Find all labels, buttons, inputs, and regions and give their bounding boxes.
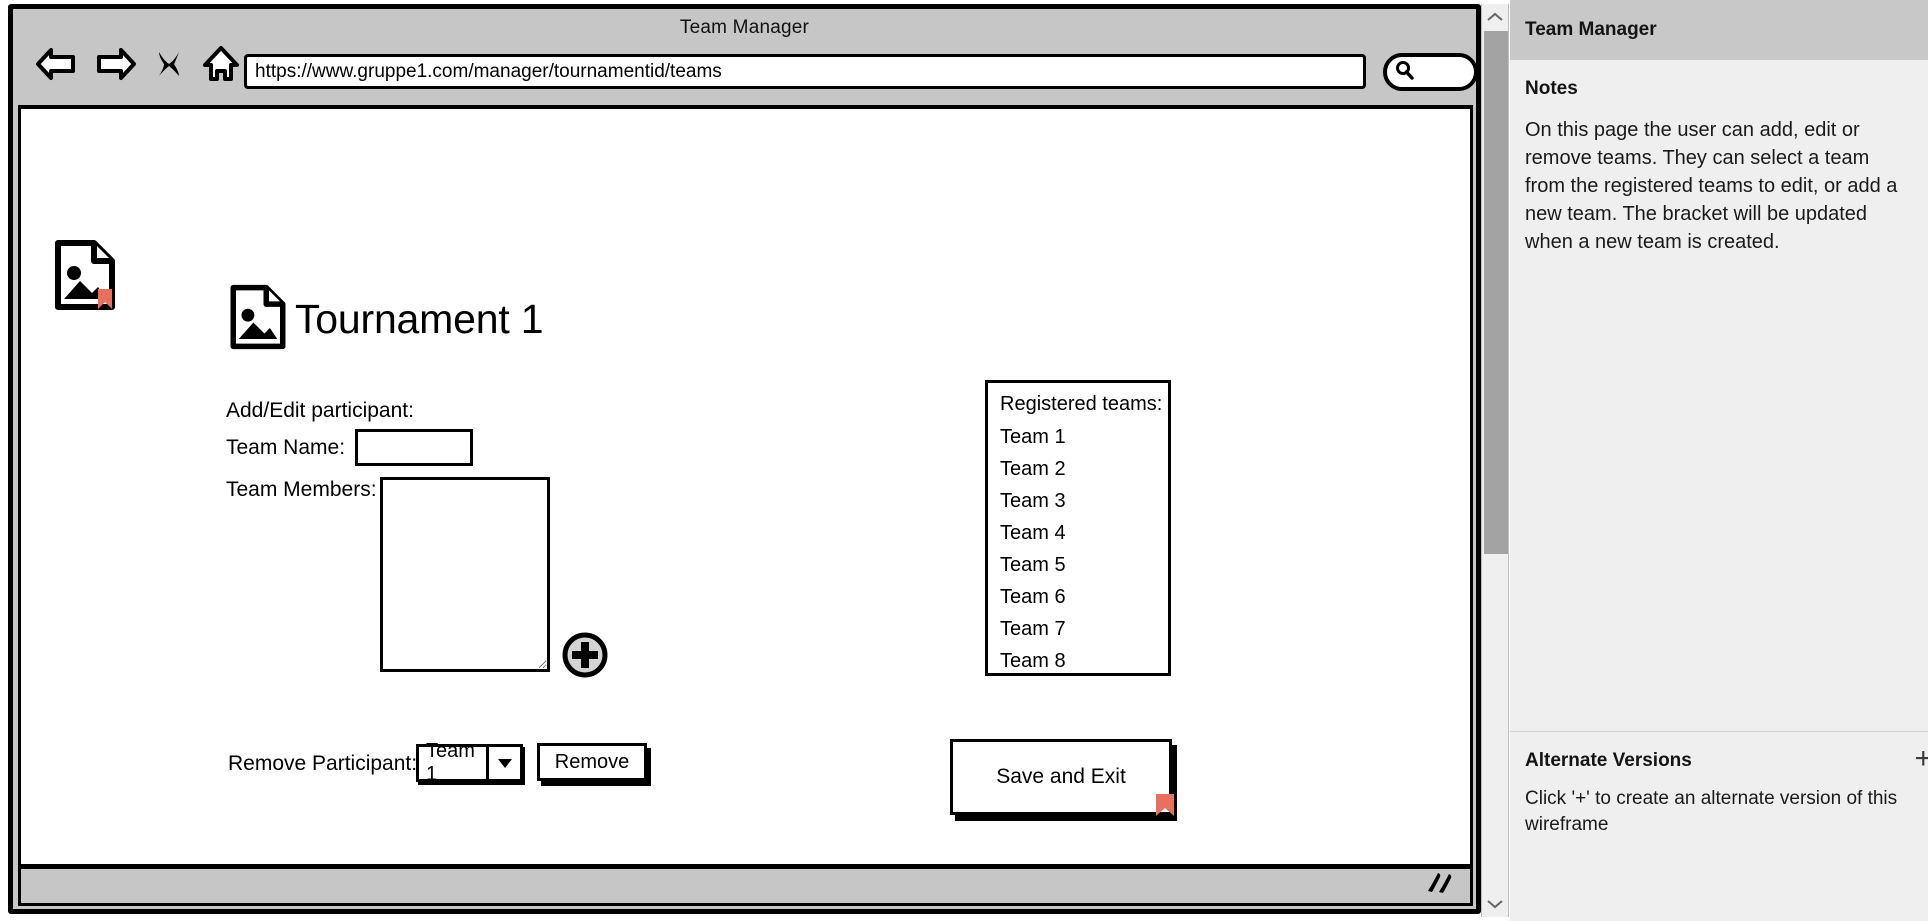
- sidebar-notes-section: Notes On this page the user can add, edi…: [1510, 60, 1928, 256]
- search-icon: [1394, 59, 1416, 86]
- browser-chrome: Team Manager https://www.gruppe1.com/man…: [13, 9, 1478, 105]
- browser-window: Team Manager https://www.gruppe1.com/man…: [8, 4, 1481, 914]
- page-thumbnail-image-icon[interactable]: [54, 239, 116, 316]
- url-text: https://www.gruppe1.com/manager/tourname…: [255, 60, 722, 82]
- chevron-down-icon: [486, 747, 520, 779]
- back-arrow-icon[interactable]: [35, 47, 77, 81]
- resize-grip-icon[interactable]: [1424, 871, 1454, 895]
- browser-search-box[interactable]: [1383, 53, 1478, 91]
- label-remove-participant: Remove Participant:: [228, 752, 418, 775]
- screenshot-root: Team Manager https://www.gruppe1.com/man…: [0, 0, 1928, 921]
- page-title-row: Tournament 1: [229, 284, 544, 355]
- list-item[interactable]: Team 7: [1000, 613, 1168, 645]
- scrollbar-thumb[interactable]: [1484, 31, 1508, 554]
- list-item[interactable]: Team 4: [1000, 517, 1168, 549]
- list-item[interactable]: Team 1: [1000, 421, 1168, 453]
- forward-arrow-icon[interactable]: [95, 47, 137, 81]
- add-member-button[interactable]: [561, 631, 609, 679]
- label-team-members: Team Members:: [226, 478, 377, 501]
- list-item[interactable]: Team 2: [1000, 453, 1168, 485]
- list-item[interactable]: Team 6: [1000, 581, 1168, 613]
- label-team-name: Team Name:: [226, 436, 346, 459]
- sidebar-alternate-versions-section: Alternate Versions + Click '+' to create…: [1510, 732, 1928, 838]
- list-item[interactable]: Team 3: [1000, 485, 1168, 517]
- remove-participant-select[interactable]: Team 1: [416, 740, 523, 785]
- tournament-image-icon: [229, 284, 287, 355]
- right-sidebar: Team Manager Notes On this page the user…: [1510, 0, 1928, 921]
- notes-title: Notes: [1525, 78, 1578, 99]
- browser-status-bar: [18, 866, 1473, 906]
- url-bar[interactable]: https://www.gruppe1.com/manager/tourname…: [244, 54, 1366, 89]
- home-icon[interactable]: [201, 45, 241, 83]
- team-name-input[interactable]: [355, 429, 473, 466]
- registered-teams-header: Registered teams:: [1000, 393, 1163, 415]
- alternate-versions-title: Alternate Versions: [1525, 750, 1692, 771]
- vertical-scrollbar[interactable]: [1481, 4, 1509, 917]
- browser-nav-icons: [35, 45, 241, 83]
- page-title: Tournament 1: [295, 296, 544, 342]
- save-and-exit-button[interactable]: Save and Exit: [950, 739, 1174, 816]
- scroll-up-button[interactable]: [1482, 4, 1508, 30]
- list-item[interactable]: Team 8: [1000, 645, 1168, 677]
- remove-button[interactable]: Remove: [537, 743, 647, 781]
- page-canvas: Tournament 1 Add/Edit participant: Team …: [18, 105, 1473, 867]
- registered-teams-panel: Registered teams: Team 1 Team 2 Team 3 T…: [985, 380, 1171, 676]
- save-and-exit-label: Save and Exit: [996, 765, 1126, 788]
- remove-participant-selected-value: Team 1: [426, 740, 475, 785]
- sidebar-header: Team Manager: [1510, 0, 1928, 60]
- close-x-icon[interactable]: [155, 48, 183, 80]
- window-title: Team Manager: [679, 17, 810, 38]
- alternate-versions-body: Click '+' to create an alternate version…: [1525, 788, 1898, 835]
- link-marker-icon: [1156, 794, 1174, 816]
- add-alternate-version-plus-icon[interactable]: +: [1914, 744, 1928, 774]
- scroll-down-button[interactable]: [1482, 891, 1508, 917]
- list-item[interactable]: Team 5: [1000, 549, 1168, 581]
- notes-body: On this page the user can add, edit or r…: [1525, 119, 1898, 253]
- label-add-edit-participant: Add/Edit participant:: [226, 399, 414, 422]
- team-members-input[interactable]: [380, 477, 550, 672]
